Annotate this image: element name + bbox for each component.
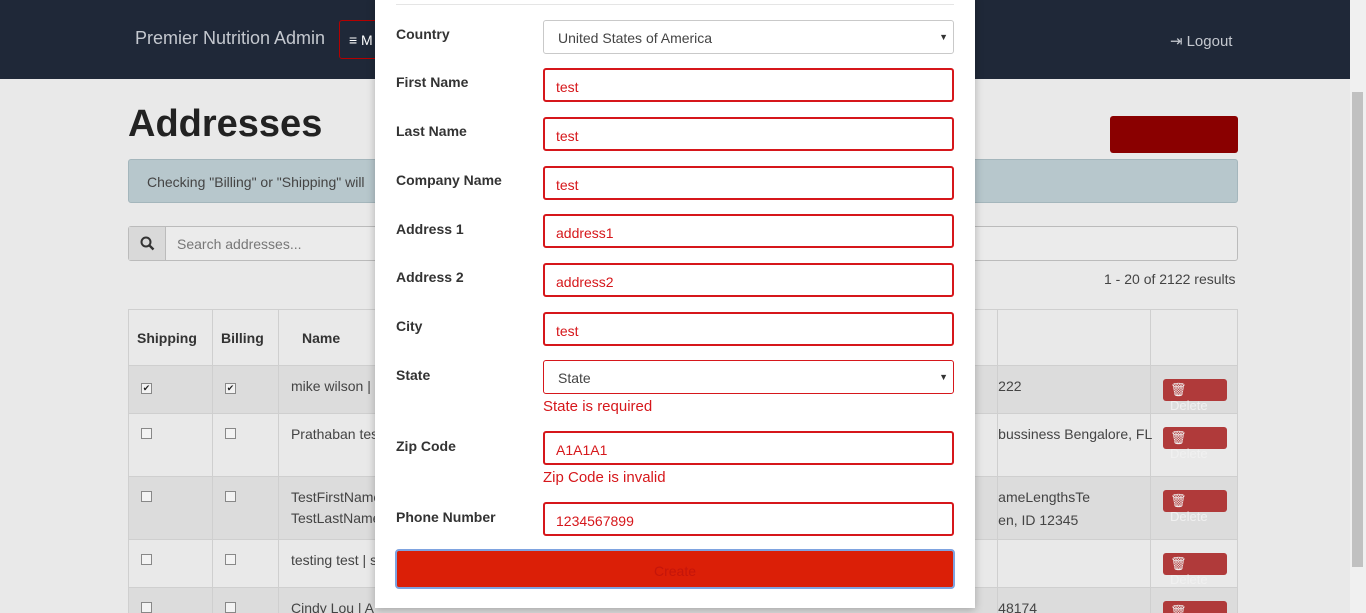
trash-icon: 🗑 <box>1169 430 1187 445</box>
actions-cell: 🗑 Delete <box>1149 539 1239 588</box>
logout-label: Logout <box>1186 33 1233 50</box>
city-label: City <box>396 318 423 334</box>
delete-label: Delete <box>1169 446 1208 461</box>
new-address-button[interactable] <box>1110 116 1238 153</box>
company-name-field[interactable]: test <box>543 166 954 200</box>
address-text: 48174 <box>998 600 1038 613</box>
trash-icon: 🗑 <box>1169 493 1187 508</box>
address-cell <box>997 539 1151 588</box>
billing-checkbox[interactable] <box>224 554 236 565</box>
shipping-cell <box>128 476 213 540</box>
search-addon <box>129 227 166 260</box>
address-text: ameLengthsTe <box>998 489 1090 505</box>
shipping-checkbox[interactable] <box>141 491 152 502</box>
trash-icon: 🗑 <box>1169 382 1187 397</box>
trash-icon: 🗑 <box>1169 556 1187 571</box>
address2-field[interactable]: address2 <box>543 263 954 297</box>
zip-code-error: Zip Code is invalid <box>543 469 666 486</box>
search-input[interactable]: Search addresses... <box>177 236 302 252</box>
billing-cell <box>211 539 279 588</box>
shipping-cell <box>128 413 213 477</box>
address-cell: 222 <box>997 365 1151 414</box>
actions-cell: 🗑 Delete <box>1149 413 1239 477</box>
header-actions <box>1149 309 1239 366</box>
search-icon <box>140 236 155 251</box>
chevron-down-icon: ▼ <box>939 32 948 42</box>
address-text: 222 <box>998 378 1022 394</box>
company-name-label: Company Name <box>396 172 502 188</box>
last-name-label: Last Name <box>396 123 467 139</box>
city-field[interactable]: test <box>543 312 954 346</box>
actions-cell: 🗑 Delete <box>1149 476 1239 540</box>
billing-cell <box>211 587 279 613</box>
zip-code-label: Zip Code <box>396 438 456 454</box>
delete-button[interactable]: 🗑 Delete <box>1162 601 1227 613</box>
header-billing[interactable]: Billing <box>211 309 279 366</box>
shipping-checkbox[interactable] <box>141 428 152 439</box>
state-select[interactable]: State ▼ <box>543 360 954 394</box>
shipping-checkbox[interactable]: ✔ <box>141 383 152 394</box>
country-select[interactable]: United States of America ▼ <box>543 20 954 54</box>
delete-button[interactable]: 🗑 Delete <box>1162 427 1227 461</box>
billing-checkbox[interactable]: ✔ <box>224 383 236 394</box>
billing-checkbox[interactable] <box>224 428 236 439</box>
state-label: State <box>396 367 431 383</box>
billing-checkbox[interactable] <box>224 602 236 613</box>
address2-label: Address 2 <box>396 269 464 285</box>
billing-checkbox[interactable] <box>224 491 236 502</box>
actions-cell: 🗑 Delete <box>1149 365 1239 414</box>
first-name-label: First Name <box>396 74 469 90</box>
menu-button[interactable]: ≡ M <box>339 20 379 59</box>
country-value: United States of America <box>558 30 713 46</box>
state-error: State is required <box>543 398 653 415</box>
shipping-cell: ✔ <box>128 365 213 414</box>
address-modal: Country United States of America ▼ First… <box>375 0 975 608</box>
address-text: bussiness Bengalore, FL <box>998 426 1153 442</box>
state-value: State <box>558 370 591 386</box>
billing-cell: ✔ <box>211 365 279 414</box>
address-text: en, ID 12345 <box>998 512 1079 528</box>
shipping-cell <box>128 539 213 588</box>
delete-label: Delete <box>1169 572 1208 587</box>
shipping-cell <box>128 587 213 613</box>
billing-cell <box>211 413 279 477</box>
delete-button[interactable]: 🗑 Delete <box>1162 553 1227 587</box>
scrollbar-thumb[interactable] <box>1352 92 1363 567</box>
brand-title[interactable]: Premier Nutrition Admin <box>135 28 325 49</box>
shipping-checkbox[interactable] <box>141 602 152 613</box>
address1-label: Address 1 <box>396 221 464 237</box>
address-cell: 48174 <box>997 587 1151 613</box>
last-name-field[interactable]: test <box>543 117 954 151</box>
zip-code-field[interactable]: A1A1A1 <box>543 431 954 465</box>
country-label: Country <box>396 26 450 42</box>
actions-cell: 🗑 Delete <box>1149 587 1239 613</box>
results-count: 1 - 20 of 2122 results <box>1104 271 1236 287</box>
chevron-down-icon: ▼ <box>939 372 948 382</box>
modal-divider <box>396 4 954 5</box>
delete-label: Delete <box>1169 398 1208 413</box>
logout-link[interactable]: ⇥ Logout <box>1170 32 1232 50</box>
billing-cell <box>211 476 279 540</box>
address-cell: ameLengthsTe en, ID 12345 <box>997 476 1151 540</box>
header-address <box>997 309 1151 366</box>
create-button[interactable]: Create <box>395 549 955 589</box>
logout-icon: ⇥ <box>1170 33 1183 50</box>
trash-icon: 🗑 <box>1169 604 1187 613</box>
phone-number-label: Phone Number <box>396 509 496 525</box>
delete-button[interactable]: 🗑 Delete <box>1162 379 1227 413</box>
page-title: Addresses <box>128 103 323 145</box>
shipping-checkbox[interactable] <box>141 554 152 565</box>
phone-number-field[interactable]: 1234567899 <box>543 502 954 536</box>
delete-label: Delete <box>1169 509 1208 524</box>
first-name-field[interactable]: test <box>543 68 954 102</box>
delete-button[interactable]: 🗑 Delete <box>1162 490 1227 524</box>
address1-field[interactable]: address1 <box>543 214 954 248</box>
address-cell: bussiness Bengalore, FL <box>997 413 1153 477</box>
header-shipping[interactable]: Shipping <box>128 309 213 366</box>
